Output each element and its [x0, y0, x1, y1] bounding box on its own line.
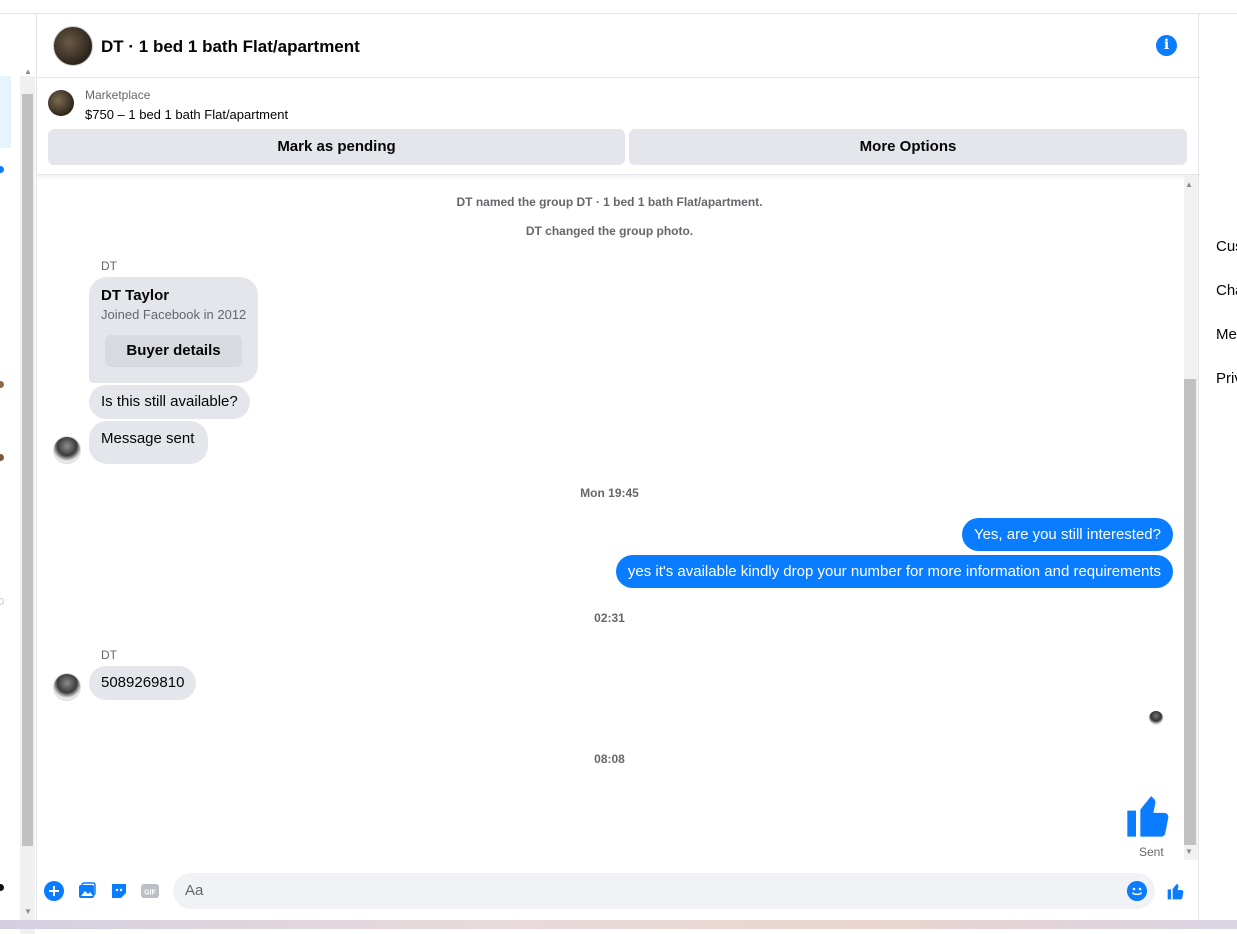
- timestamp: Mon 19:45: [580, 486, 639, 500]
- buyer-details-button[interactable]: Buyer details: [105, 335, 242, 367]
- desktop-background: [0, 920, 1237, 929]
- scroll-down-icon[interactable]: ▼: [24, 908, 32, 916]
- conversation-avatar[interactable]: [0, 598, 4, 605]
- timestamp: 08:08: [594, 752, 625, 766]
- outgoing-message[interactable]: yes it's available kindly drop your numb…: [615, 555, 1173, 588]
- system-message: DT changed the group photo.: [525, 224, 694, 238]
- sender-avatar[interactable]: [53, 436, 81, 464]
- incoming-message[interactable]: Message sent: [89, 421, 209, 464]
- conversation-avatar[interactable]: [0, 381, 4, 388]
- buyer-joined: Joined Facebook in 2012: [101, 307, 247, 322]
- left-sidebar: ▲ ▼: [0, 14, 36, 934]
- sticker-icon[interactable]: [109, 881, 129, 901]
- unread-dot-icon: [0, 166, 4, 173]
- right-panel-item[interactable]: Priv: [1216, 370, 1237, 387]
- group-avatar[interactable]: [53, 26, 93, 66]
- marketplace-banner: Marketplace $750 – 1 bed 1 bath Flat/apa…: [37, 79, 1200, 175]
- buyer-name: DT Taylor: [101, 287, 170, 304]
- like-icon[interactable]: [1166, 881, 1186, 901]
- plus-icon[interactable]: [44, 881, 64, 901]
- top-bar: [0, 0, 1237, 14]
- sender-name: DT: [101, 259, 117, 273]
- chat-scroll-up-icon[interactable]: ▲: [1185, 181, 1193, 189]
- right-panel-item[interactable]: Cha: [1216, 282, 1237, 299]
- chat-scrollbar-thumb[interactable]: [1184, 379, 1196, 845]
- right-panel-item[interactable]: Me: [1216, 326, 1237, 343]
- left-scrollbar-thumb[interactable]: [22, 94, 33, 846]
- message-list: DT named the group DT · 1 bed 1 bath Fla…: [37, 176, 1200, 860]
- seen-avatar: [1149, 711, 1163, 725]
- outgoing-message[interactable]: Yes, are you still interested?: [961, 518, 1173, 551]
- gif-icon[interactable]: GIF: [140, 881, 160, 901]
- marketplace-label: Marketplace: [85, 88, 151, 102]
- sender-name: DT: [101, 648, 117, 662]
- message-composer: GIF Aa: [37, 862, 1200, 920]
- conversation-avatar[interactable]: [0, 884, 4, 891]
- mark-as-pending-button[interactable]: Mark as pending: [48, 129, 625, 165]
- message-status: Sent: [1139, 845, 1164, 859]
- thumbs-up-icon[interactable]: [1123, 789, 1175, 841]
- sender-avatar[interactable]: [53, 673, 81, 701]
- right-info-panel: Cus Cha Me Priv: [1200, 14, 1237, 920]
- svg-text:GIF: GIF: [144, 890, 156, 897]
- conversation-panel: DT · 1 bed 1 bath Flat/apartment i Marke…: [36, 14, 1200, 920]
- info-icon[interactable]: i: [1156, 35, 1177, 56]
- scroll-up-icon[interactable]: ▲: [24, 68, 32, 76]
- incoming-message[interactable]: 5089269810: [89, 666, 197, 700]
- buyer-profile-card: DT Taylor Joined Facebook in 2012 Buyer …: [89, 277, 258, 383]
- system-message: DT named the group DT · 1 bed 1 bath Fla…: [456, 195, 763, 209]
- conversation-header: DT · 1 bed 1 bath Flat/apartment i: [37, 14, 1200, 78]
- listing-thumbnail[interactable]: [48, 90, 74, 116]
- right-panel-item[interactable]: Cus: [1216, 238, 1237, 255]
- active-conversation-highlight[interactable]: [0, 76, 11, 148]
- conversation-title[interactable]: DT · 1 bed 1 bath Flat/apartment: [101, 37, 360, 57]
- chat-scroll-down-icon[interactable]: ▼: [1185, 848, 1193, 856]
- emoji-icon[interactable]: [1127, 881, 1147, 901]
- photo-icon[interactable]: [77, 881, 97, 901]
- conversation-avatar[interactable]: [0, 454, 4, 461]
- incoming-message[interactable]: Is this still available?: [89, 385, 250, 419]
- listing-title[interactable]: $750 – 1 bed 1 bath Flat/apartment: [85, 107, 288, 122]
- more-options-button[interactable]: More Options: [629, 129, 1187, 165]
- message-input[interactable]: Aa: [173, 873, 1155, 909]
- timestamp: 02:31: [594, 611, 625, 625]
